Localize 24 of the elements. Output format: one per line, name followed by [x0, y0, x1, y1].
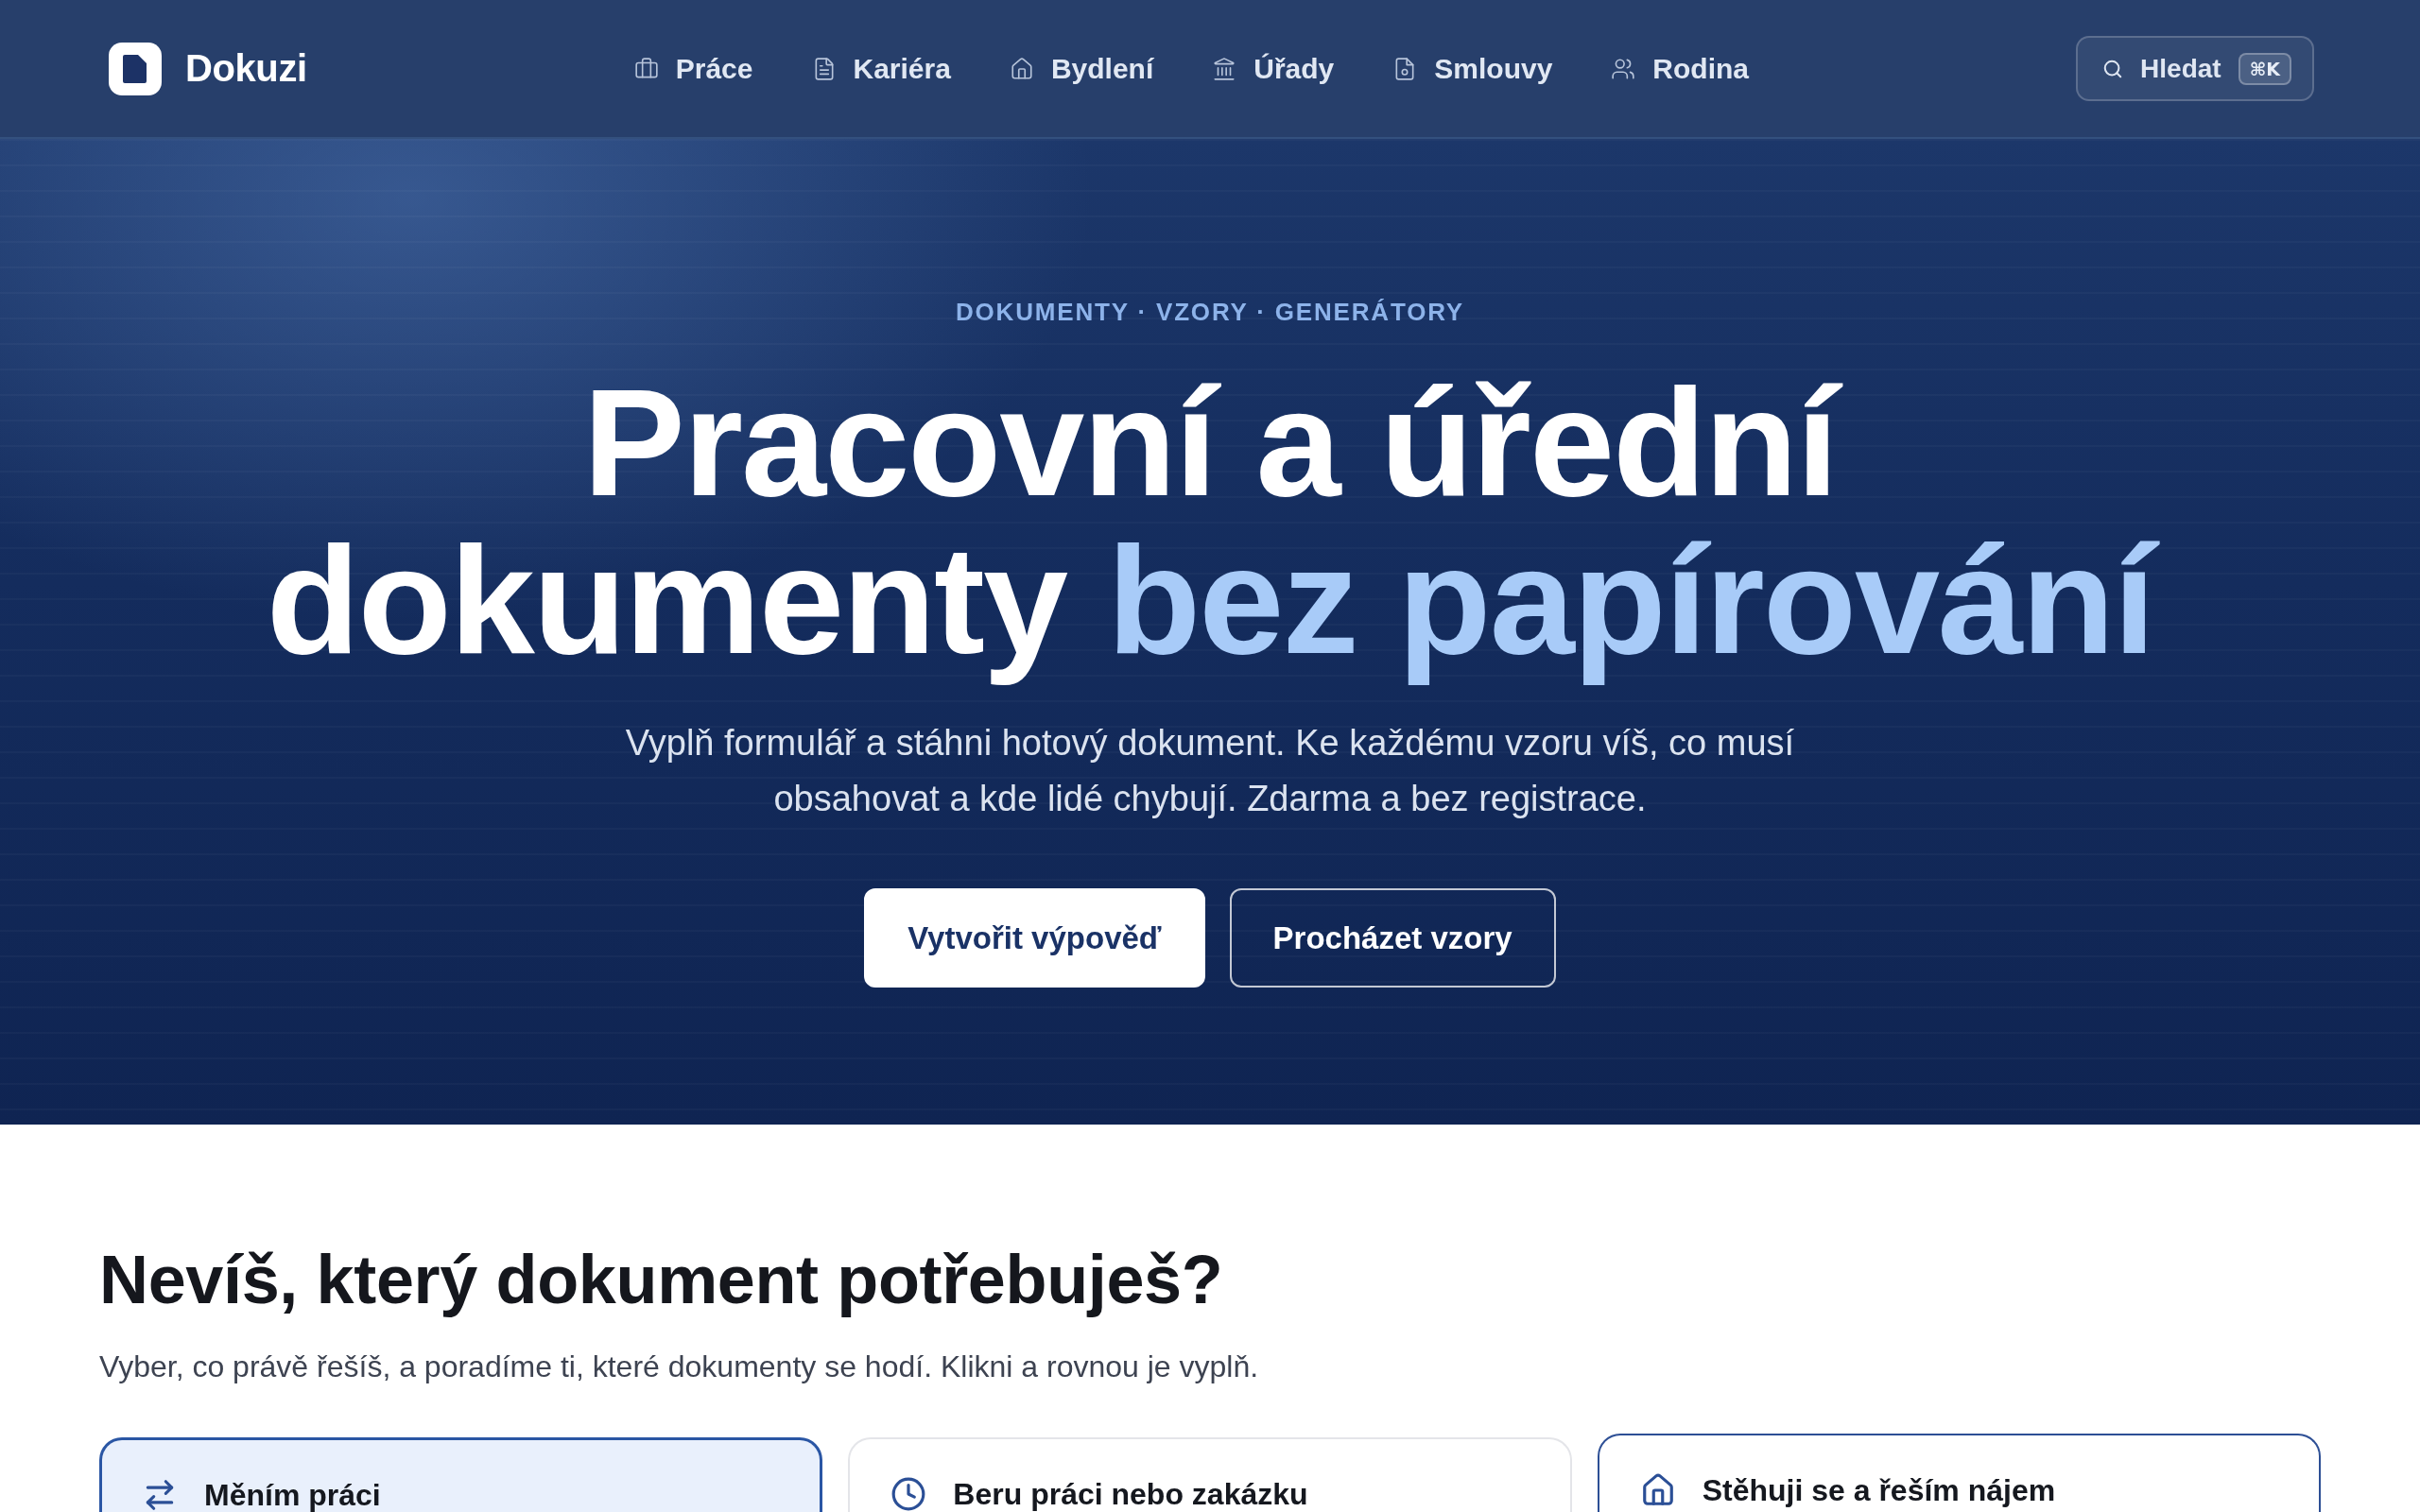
hero-eyebrow: DOKUMENTY · VZORY · GENERÁTORY: [955, 298, 1465, 327]
topic-card[interactable]: Měním práci: [99, 1437, 823, 1512]
nav-link[interactable]: Práce: [633, 52, 753, 85]
topic-card[interactable]: Stěhuji se a řeším nájem: [1597, 1434, 2321, 1512]
hero-subtitle: Vyplň formulář a stáhni hotový dokument. Ke každému vzoru víš, co musí obsahovat a kde lidé chybují. Zdarma a bez registrace.: [624, 722, 1796, 820]
house-icon: [1009, 56, 1034, 81]
nav-link[interactable]: Smlouvy: [1392, 52, 1553, 85]
keyboard-shortcut: ⌘K: [2238, 52, 2291, 85]
search-button[interactable]: Hledat ⌘K: [2076, 36, 2314, 101]
section-heading: Nevíš, který dokument potřebuješ?: [99, 1241, 1224, 1319]
hero-title: Pracovní a úřední dokumenty bez papírování: [199, 344, 2221, 705]
clock-icon: [890, 1476, 927, 1512]
nav-link[interactable]: Rodina: [1611, 52, 1750, 85]
people-icon: [1611, 56, 1636, 81]
logo-icon: [109, 42, 162, 95]
brand-name: Dokuzi: [185, 47, 307, 90]
topic-card[interactable]: Beru práci nebo zakázku: [848, 1437, 1572, 1512]
section-intro: Vyber, co právě řešíš, a poradíme ti, které dokumenty se hodí. Klikni a rovnou je vyplň.: [99, 1349, 1260, 1385]
primary-button[interactable]: Vytvořit výpověď: [864, 888, 1205, 988]
search-icon: [2102, 58, 2124, 79]
secondary-button[interactable]: Procházet vzory: [1229, 888, 1556, 988]
nav-link[interactable]: Bydlení: [1009, 52, 1154, 85]
nav-link[interactable]: Kariéra: [811, 52, 951, 85]
nav-link[interactable]: Úřady: [1212, 52, 1335, 85]
